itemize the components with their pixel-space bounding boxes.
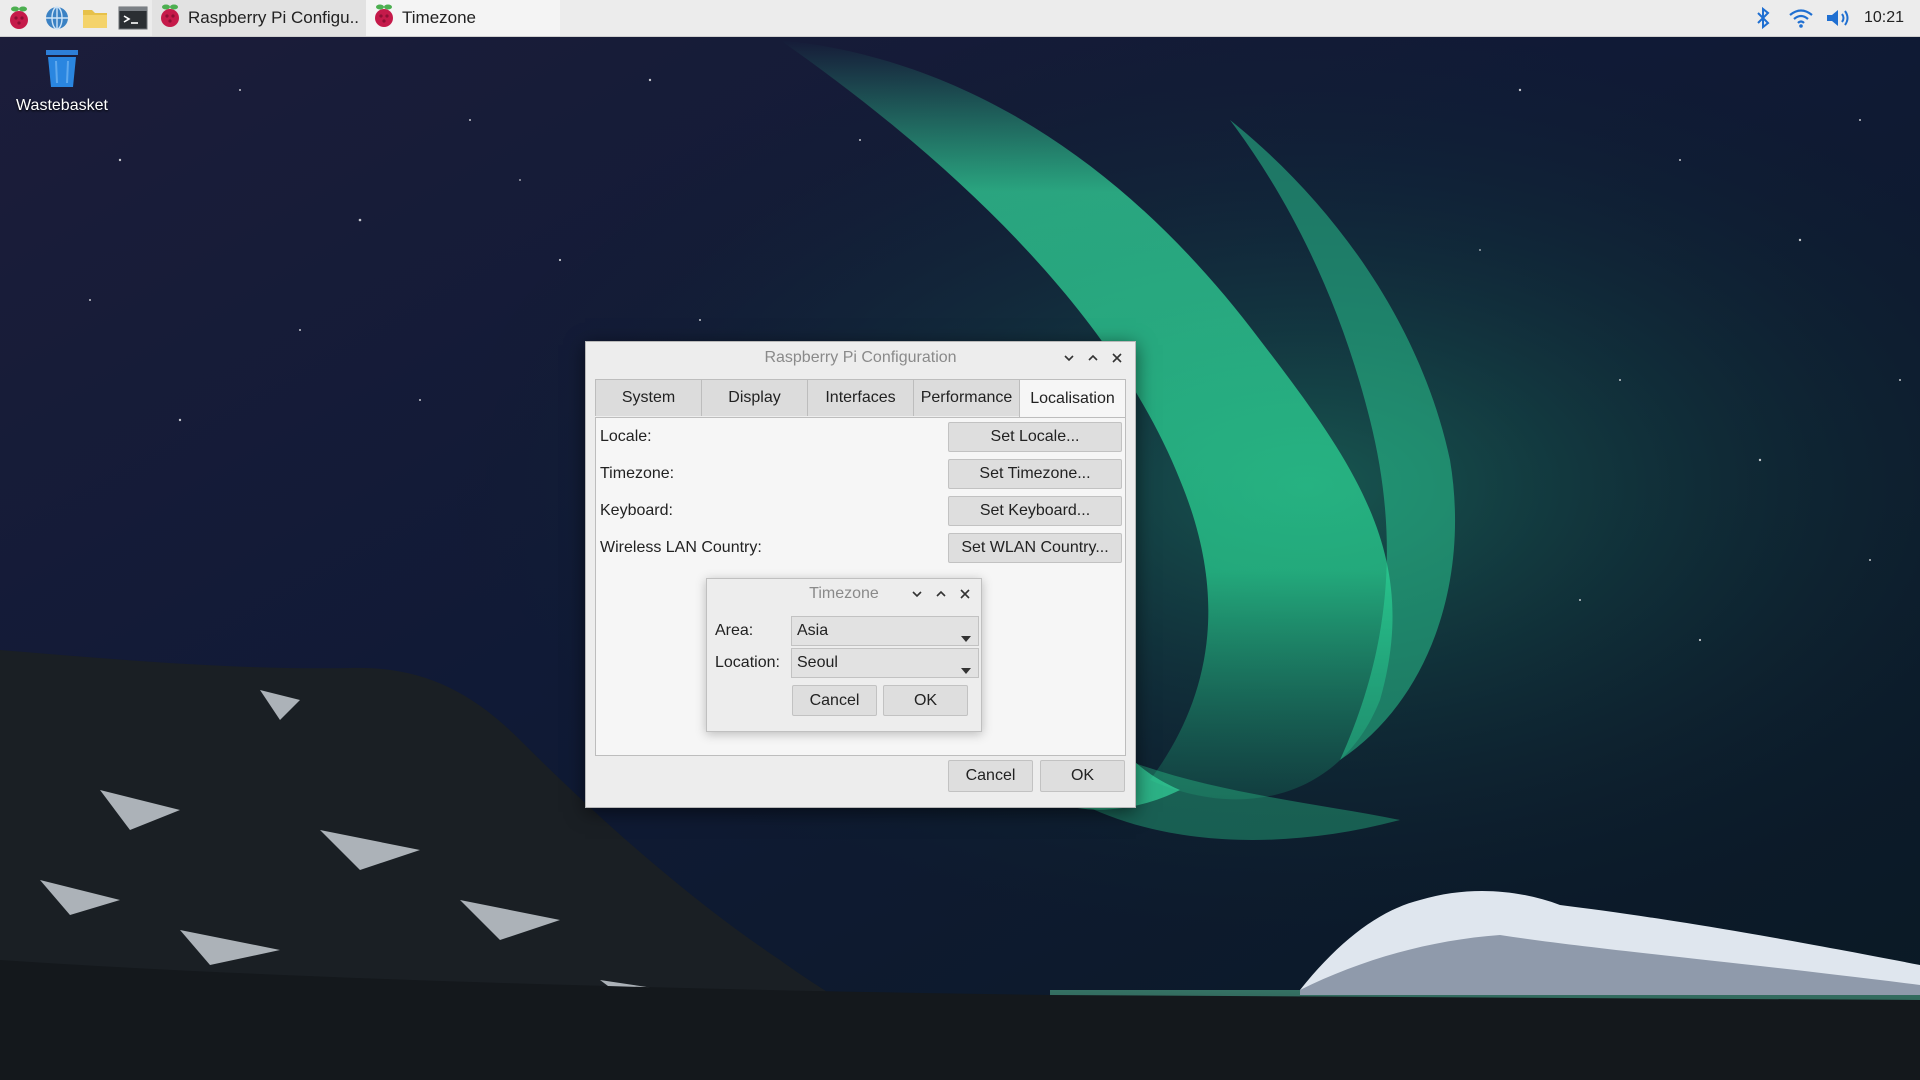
tab-display[interactable]: Display	[701, 379, 808, 416]
raspberry-menu-icon[interactable]	[0, 0, 38, 36]
taskbar-window-config[interactable]: Raspberry Pi Configu...	[152, 0, 366, 36]
cancel-button[interactable]: Cancel	[792, 685, 877, 716]
maximize-icon[interactable]	[929, 582, 953, 606]
dropdown-arrow-icon	[961, 629, 971, 647]
system-tray: 10:21	[1744, 0, 1920, 36]
area-value: Asia	[797, 622, 829, 639]
dropdown-arrow-icon	[961, 661, 971, 679]
cancel-button[interactable]: Cancel	[948, 760, 1033, 792]
clock[interactable]: 10:21	[1858, 9, 1920, 27]
timezone-row: Timezone: Set Timezone...	[600, 458, 1124, 490]
wastebasket-icon	[40, 50, 84, 94]
location-select[interactable]: Seoul	[791, 648, 979, 678]
timezone-dialog-footer: Cancel OK	[792, 685, 968, 716]
close-icon[interactable]	[1105, 346, 1129, 370]
location-row: Location: Seoul	[715, 647, 979, 679]
ok-button[interactable]: OK	[883, 685, 968, 716]
locale-label: Locale:	[600, 428, 652, 445]
config-dialog-footer: Cancel OK	[948, 760, 1125, 792]
window-controls	[905, 579, 977, 609]
location-label: Location:	[715, 654, 780, 671]
taskbar-window-label: Raspberry Pi Configu...	[188, 8, 358, 27]
bluetooth-icon[interactable]	[1744, 0, 1782, 36]
wlan-country-row: Wireless LAN Country: Set WLAN Country..…	[600, 532, 1124, 564]
ok-button[interactable]: OK	[1040, 760, 1125, 792]
dialog-title: Timezone	[809, 585, 879, 602]
window-controls	[1057, 342, 1129, 374]
maximize-icon[interactable]	[1081, 346, 1105, 370]
tab-localisation[interactable]: Localisation	[1019, 379, 1126, 418]
tab-system[interactable]: System	[595, 379, 702, 416]
area-select[interactable]: Asia	[791, 616, 979, 646]
set-locale-button[interactable]: Set Locale...	[948, 422, 1122, 452]
minimize-icon[interactable]	[1057, 346, 1081, 370]
wifi-icon[interactable]	[1782, 0, 1820, 36]
volume-icon[interactable]	[1820, 0, 1858, 36]
desktop-icon-label: Wastebasket	[16, 97, 108, 114]
location-value: Seoul	[797, 654, 838, 671]
minimize-icon[interactable]	[905, 582, 929, 606]
area-label: Area:	[715, 622, 754, 639]
keyboard-row: Keyboard: Set Keyboard...	[600, 495, 1124, 527]
raspberry-icon	[372, 3, 396, 34]
config-dialog: Raspberry Pi Configuration System Displa…	[585, 341, 1136, 808]
web-browser-icon[interactable]	[38, 0, 76, 36]
file-manager-icon[interactable]	[76, 0, 114, 36]
tab-interfaces[interactable]: Interfaces	[807, 379, 914, 416]
locale-row: Locale: Set Locale...	[600, 421, 1124, 453]
terminal-icon[interactable]	[114, 0, 152, 36]
taskbar-window-label: Timezone	[402, 8, 477, 27]
tab-bar: System Display Interfaces Performance Lo…	[595, 379, 1126, 418]
timezone-label: Timezone:	[600, 465, 675, 482]
wlan-country-label: Wireless LAN Country:	[600, 539, 762, 556]
desktop-icon-wastebasket[interactable]: Wastebasket	[10, 46, 114, 115]
dialog-title: Raspberry Pi Configuration	[764, 349, 957, 366]
taskbar-window-timezone[interactable]: Timezone	[366, 0, 560, 36]
config-dialog-titlebar[interactable]: Raspberry Pi Configuration	[586, 342, 1135, 374]
tab-performance[interactable]: Performance	[913, 379, 1020, 416]
area-row: Area: Asia	[715, 615, 979, 647]
set-keyboard-button[interactable]: Set Keyboard...	[948, 496, 1122, 526]
keyboard-label: Keyboard:	[600, 502, 673, 519]
close-icon[interactable]	[953, 582, 977, 606]
taskbar: Raspberry Pi Configu... Timezone 10:21	[0, 0, 1920, 37]
set-wlan-country-button[interactable]: Set WLAN Country...	[948, 533, 1122, 563]
set-timezone-button[interactable]: Set Timezone...	[948, 459, 1122, 489]
timezone-dialog: Timezone Area: Asia Location: Seoul Canc…	[706, 578, 982, 732]
raspberry-icon	[158, 3, 182, 34]
timezone-dialog-titlebar[interactable]: Timezone	[707, 579, 981, 609]
